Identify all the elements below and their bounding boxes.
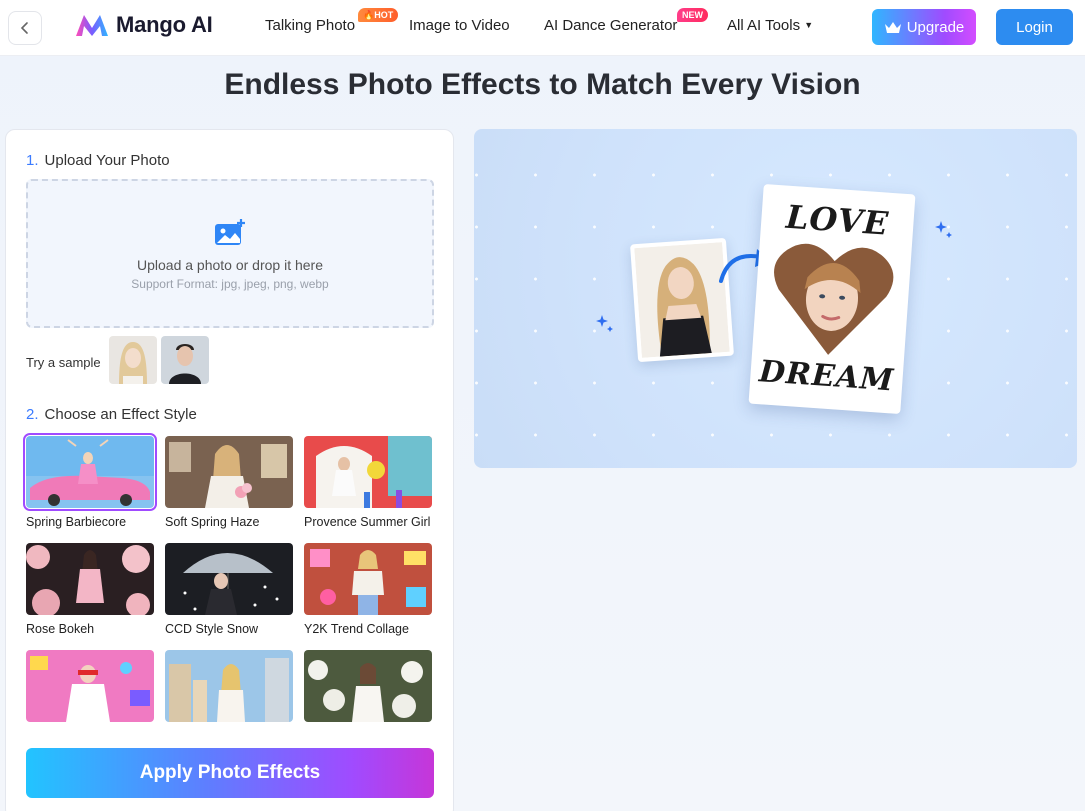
nav-all-ai-tools[interactable]: All AI Tools ▼ [727,17,813,34]
effect-card-9[interactable] [304,650,432,729]
nav-label: All AI Tools [727,17,801,34]
brand-logo[interactable]: Mango AI [74,12,213,38]
sample-photo-man[interactable] [161,336,209,384]
apply-effects-button[interactable]: Apply Photo Effects [26,748,434,798]
effect-label: CCD Style Snow [165,622,259,636]
back-button[interactable] [8,11,42,45]
upload-step-title: 1. Upload Your Photo [26,152,170,169]
effect-step-title: 2. Choose an Effect Style [26,406,197,423]
preview-panel: LOVE DREAM [474,129,1077,468]
after-photo: LOVE DREAM [748,183,916,415]
editor-panel: 1. Upload Your Photo Upload a photo or dr… [5,129,454,811]
effect-card-7[interactable] [26,650,154,729]
upload-instruction: Upload a photo or drop it here [136,257,323,273]
sample-photo-woman[interactable] [109,336,157,384]
effect-spring-barbiecore[interactable]: Spring Barbiecore [23,433,157,529]
mango-logo-icon [76,15,108,36]
new-badge: NEW [677,8,708,22]
image-add-icon [215,219,245,245]
effect-label: Rose Bokeh [26,622,95,636]
upload-format-hint: Support Format: jpg, jpeg, png, webp [131,277,329,291]
sample-label: Try a sample [26,355,101,370]
effect-label: Provence Summer Girl [304,515,431,529]
effect-label: Soft Spring Haze [165,515,260,529]
brand-name: Mango AI [116,12,213,37]
nav-talking-photo[interactable]: Talking Photo 🔥HOT [265,8,399,34]
nav-image-to-video[interactable]: Image to Video [409,17,510,34]
top-header: Mango AI Talking Photo 🔥HOT Image to Vid… [0,0,1085,56]
chevron-left-icon [20,22,28,34]
effect-soft-spring-haze[interactable]: Soft Spring Haze [165,436,293,529]
effect-label: Spring Barbiecore [26,515,127,529]
login-button[interactable]: Login [996,9,1073,45]
heart-portrait [774,243,894,355]
nav-ai-dance-generator[interactable]: AI Dance Generator NEW [544,8,708,34]
upgrade-button[interactable]: Upgrade [872,9,976,45]
effect-rose-bokeh[interactable]: Rose Bokeh [26,543,154,636]
caret-down-icon: ▼ [804,20,814,30]
effect-label: Y2K Trend Collage [304,622,409,636]
effect-ccd-style-snow[interactable]: CCD Style Snow [165,543,293,636]
nav-label: Talking Photo [265,17,356,34]
upload-dropzone[interactable]: Upload a photo or drop it here Support F… [26,179,434,328]
crown-icon [884,22,901,33]
page-title: Endless Photo Effects to Match Every Vis… [224,68,861,101]
nav-label: AI Dance Generator [544,17,678,34]
nav-label: Image to Video [409,17,510,34]
hot-badge: 🔥HOT [358,8,399,22]
effect-provence-summer-girl[interactable]: Provence Summer Girl [304,436,432,529]
effect-card-8[interactable] [165,650,293,729]
sparkle-icon [935,221,952,238]
effect-y2k-trend-collage[interactable]: Y2K Trend Collage [304,543,432,636]
sparkle-icon [596,315,613,332]
